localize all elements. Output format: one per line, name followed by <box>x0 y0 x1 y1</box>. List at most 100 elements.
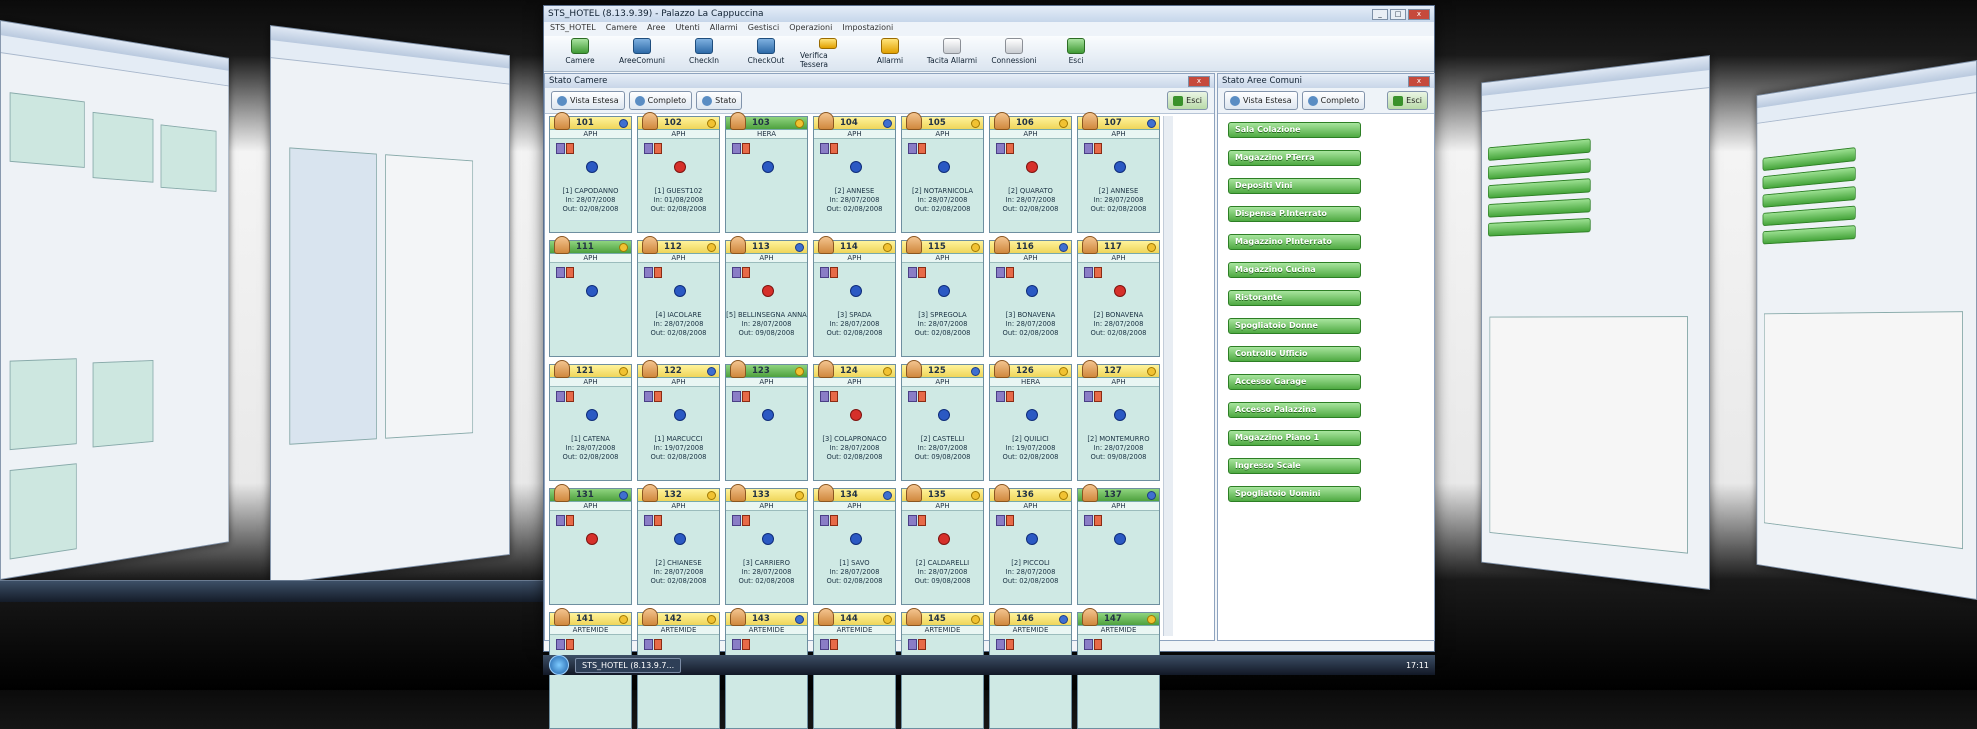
completo-button[interactable]: Completo <box>628 91 693 110</box>
esci-toolbar-button[interactable]: Esci <box>1048 38 1104 69</box>
area-button[interactable]: Accesso Palazzina <box>1228 402 1361 418</box>
area-button[interactable]: Dispensa P.Interrato <box>1228 206 1361 222</box>
area-button[interactable]: Depositi Vini <box>1228 178 1361 194</box>
menu-item[interactable]: Utenti <box>675 23 699 35</box>
door-icon <box>820 267 829 278</box>
guest-avatar-icon <box>994 112 1010 130</box>
guest-avatar-icon <box>994 360 1010 378</box>
checkout-date: Out: 02/08/2008 <box>826 453 883 461</box>
area-button[interactable]: Ristorante <box>1228 290 1361 306</box>
guest-avatar-icon <box>642 608 658 626</box>
area-button[interactable]: Magazzino Piano 1 <box>1228 430 1361 446</box>
menu-item[interactable]: Allarmi <box>710 23 738 35</box>
room-card[interactable]: 116 APH [3] BONAVENA In: 28/07/2008 Out: 02/… <box>989 236 1072 357</box>
room-card[interactable]: 113 APH [5] BELLINSEGNA ANNA In: 28/07/2008… <box>725 236 808 357</box>
menu-item[interactable]: Gestisci <box>748 23 779 35</box>
room-card[interactable]: 114 APH [3] SPADA In: 28/07/2008 Out: 02/08/… <box>813 236 896 357</box>
menu-item[interactable]: Operazioni <box>789 23 832 35</box>
area-button[interactable]: Magazzino PTerra <box>1228 150 1361 166</box>
guest-avatar-icon <box>906 484 922 502</box>
room-card[interactable]: 133 APH [3] CARRIERO In: 28/07/2008 Out: 02/… <box>725 484 808 605</box>
door-icon <box>908 391 917 402</box>
room-card[interactable]: 122 APH [1] MARCUCCI In: 19/07/2008 Out: 02/… <box>637 360 720 481</box>
aree-comuni-button[interactable]: AreeComuni <box>614 38 670 69</box>
room-card[interactable]: 104 APH [2] ANNESE In: 28/07/2008 Out: 02/08… <box>813 112 896 233</box>
area-button[interactable]: Spogliatoio Donne <box>1228 318 1361 334</box>
connessioni-button[interactable]: Connessioni <box>986 38 1042 69</box>
guest-name: [1] GUEST102 <box>654 187 703 195</box>
view-icon <box>557 95 567 106</box>
close-button[interactable]: x <box>1408 8 1430 20</box>
taskbar-app-tab[interactable]: STS_HOTEL (8.13.9.7... <box>575 657 682 673</box>
menu-item[interactable]: Camere <box>606 23 637 35</box>
rooms-scrollbar[interactable] <box>1163 116 1173 636</box>
room-card[interactable]: 117 APH [2] BONAVENA In: 28/07/2008 Out: 02/… <box>1077 236 1160 357</box>
room-card[interactable]: 135 APH [2] CALDARELLI In: 28/07/2008 Out: 0… <box>901 484 984 605</box>
area-button[interactable]: Magazzino PInterrato <box>1228 234 1361 250</box>
guest-avatar-icon <box>642 360 658 378</box>
allarmi-button[interactable]: Allarmi <box>862 38 918 69</box>
checkout-date: Out: 02/08/2008 <box>650 453 707 461</box>
menu-item[interactable]: STS_HOTEL <box>550 23 596 35</box>
checkin-date: In: 28/07/2008 <box>653 320 704 328</box>
door-icon <box>644 639 653 650</box>
area-button[interactable]: Accesso Garage <box>1228 374 1361 390</box>
area-button[interactable]: Sala Colazione <box>1228 122 1361 138</box>
checkout-button[interactable]: CheckOut <box>738 38 794 69</box>
vista-estesa-button[interactable]: Vista Estesa <box>551 91 625 110</box>
room-card[interactable]: 107 APH [2] ANNESE In: 28/07/2008 Out: 02/08… <box>1077 112 1160 233</box>
areas-vista-estesa-button[interactable]: Vista Estesa <box>1224 91 1298 110</box>
room-card[interactable]: 112 APH [4] IACOLARE In: 28/07/2008 Out: 02/… <box>637 236 720 357</box>
room-card[interactable]: 101 APH [1] CAPODANNO In: 28/07/2008 Out: 02… <box>549 112 632 233</box>
room-card[interactable]: 125 APH [2] CASTELLI In: 28/07/2008 Out: 09/… <box>901 360 984 481</box>
rooms-esci-button[interactable]: Esci <box>1167 91 1208 110</box>
status-icon <box>883 243 892 252</box>
checkout-icon <box>757 38 775 54</box>
camere-button[interactable]: Camere <box>552 38 608 69</box>
room-card[interactable]: 126 HERA [2] QUILICI In: 19/07/2008 Out: 02/… <box>989 360 1072 481</box>
checkout-date: Out: 02/08/2008 <box>738 577 795 585</box>
room-card[interactable]: 115 APH [3] SPREGOLA In: 28/07/2008 Out: 02/… <box>901 236 984 357</box>
menu-item[interactable]: Aree <box>647 23 665 35</box>
room-type: APH <box>726 254 807 263</box>
room-card[interactable]: 123 APH <box>725 360 808 481</box>
verifica-tessera-button[interactable]: Verifica Tessera <box>800 38 856 69</box>
room-card[interactable]: 103 HERA <box>725 112 808 233</box>
card-icon <box>819 38 837 49</box>
area-button[interactable]: Magazzino Cucina <box>1228 262 1361 278</box>
room-card[interactable]: 111 APH <box>549 236 632 357</box>
tacita-allarmi-button[interactable]: Tacita Allarmi <box>924 38 980 69</box>
room-type: APH <box>990 130 1071 139</box>
room-card[interactable]: 137 APH <box>1077 484 1160 605</box>
status-icon <box>795 119 804 128</box>
areas-icon <box>633 38 651 54</box>
room-card[interactable]: 121 APH [1] CATENA In: 28/07/2008 Out: 02/08… <box>549 360 632 481</box>
room-card[interactable]: 134 APH [1] SAVO In: 28/07/2008 Out: 02/08/2… <box>813 484 896 605</box>
status-icon <box>883 119 892 128</box>
room-card[interactable]: 131 APH <box>549 484 632 605</box>
room-card[interactable]: 132 APH [2] CHIANESE In: 28/07/2008 Out: 02/… <box>637 484 720 605</box>
areas-close-button[interactable]: x <box>1408 75 1430 87</box>
areas-esci-button[interactable]: Esci <box>1387 91 1428 110</box>
room-card[interactable]: 136 APH [2] PICCOLI In: 28/07/2008 Out: 02/0… <box>989 484 1072 605</box>
room-card[interactable]: 124 APH [3] COLAPRONACO In: 28/07/2008 Out: … <box>813 360 896 481</box>
minibar-icon <box>1094 639 1102 650</box>
area-button[interactable]: Ingresso Scale <box>1228 458 1361 474</box>
area-button[interactable]: Spogliatoio Uomini <box>1228 486 1361 502</box>
stato-button[interactable]: Stato <box>696 91 743 110</box>
room-card[interactable]: 127 APH [2] MONTEMURRO In: 28/07/2008 Out: 0… <box>1077 360 1160 481</box>
checkout-date: Out: 02/08/2008 <box>1090 329 1147 337</box>
room-card[interactable]: 106 APH [2] QUARATO In: 28/07/2008 Out: 02/0… <box>989 112 1072 233</box>
guest-name: [2] PICCOLI <box>1011 559 1050 567</box>
rooms-close-button[interactable]: x <box>1188 75 1210 87</box>
area-button[interactable]: Controllo Ufficio <box>1228 346 1361 362</box>
areas-completo-button[interactable]: Completo <box>1301 91 1366 110</box>
menu-item[interactable]: Impostazioni <box>842 23 893 35</box>
room-card[interactable]: 102 APH [1] GUEST102 In: 01/08/2008 Out: 02/… <box>637 112 720 233</box>
guest-avatar-icon <box>818 360 834 378</box>
start-button[interactable] <box>549 655 569 675</box>
room-card[interactable]: 105 APH [2] NOTARNICOLA In: 28/07/2008 Out: … <box>901 112 984 233</box>
maximize-button[interactable]: □ <box>1390 8 1406 20</box>
checkin-button[interactable]: CheckIn <box>676 38 732 69</box>
minimize-button[interactable]: _ <box>1372 8 1388 20</box>
